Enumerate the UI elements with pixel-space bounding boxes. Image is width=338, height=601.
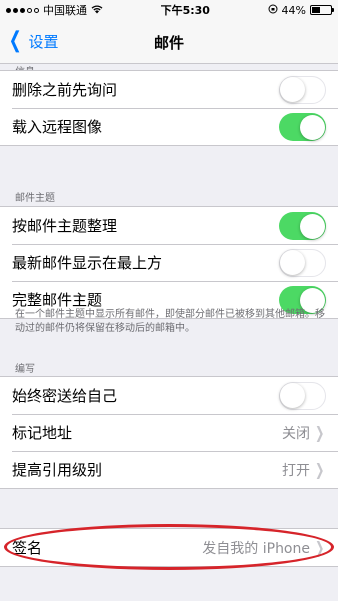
row-label: 提高引用级别 — [12, 461, 103, 479]
row-increase-quote-level[interactable]: 提高引用级别 打开 ❯ — [0, 451, 338, 488]
most-recent-on-top-toggle[interactable] — [279, 249, 326, 277]
carrier-label: 中国联通 — [43, 4, 87, 17]
row-label: 最新邮件显示在最上方 — [12, 254, 163, 272]
orientation-lock-icon — [268, 4, 278, 17]
threading-group: 按邮件主题整理 最新邮件显示在最上方 完整邮件主题 — [0, 206, 338, 319]
section-header-threads: 邮件主题 — [15, 193, 55, 204]
row-label: 完整邮件主题 — [12, 291, 103, 309]
messages-group: 删除之前先询问 载入远程图像 — [0, 70, 338, 146]
threads-footer-note: 在一个邮件主题中显示所有邮件，即使部分邮件已被移到其他邮箱。移动过的邮件仍将保留… — [15, 309, 325, 334]
navigation-bar: ❮ 设置 邮件 — [0, 20, 338, 64]
row-label: 标记地址 — [12, 424, 73, 442]
wifi-icon — [91, 4, 103, 17]
row-label: 始终密送给自己 — [12, 387, 118, 405]
highlight-annotation — [4, 524, 334, 570]
row-label: 载入远程图像 — [12, 118, 103, 136]
chevron-right-icon: ❯ — [314, 460, 324, 479]
ask-before-delete-toggle[interactable] — [279, 76, 326, 104]
clock: 下午5:30 — [160, 4, 210, 17]
row-label: 按邮件主题整理 — [12, 217, 118, 235]
row-load-remote-images: 载入远程图像 — [0, 108, 338, 145]
row-value: 打开 — [282, 462, 310, 479]
signal-strength-icon — [6, 7, 39, 13]
section-header-compose: 编写 — [15, 364, 35, 375]
battery-icon — [309, 5, 334, 15]
organize-by-thread-toggle[interactable] — [279, 212, 326, 240]
row-ask-before-delete: 删除之前先询问 — [0, 71, 338, 108]
battery-level — [311, 7, 320, 13]
status-bar: 中国联通 下午5:30 44% — [0, 0, 338, 20]
row-value: 关闭 — [282, 425, 310, 442]
chevron-right-icon: ❯ — [314, 423, 324, 442]
always-bcc-myself-toggle[interactable] — [279, 382, 326, 410]
compose-group: 始终密送给自己 标记地址 关闭 ❯ 提高引用级别 打开 ❯ — [0, 376, 338, 489]
load-remote-images-toggle[interactable] — [279, 113, 326, 141]
battery-percent: 44% — [281, 3, 306, 17]
row-always-bcc-myself: 始终密送给自己 — [0, 377, 338, 414]
row-mark-addresses[interactable]: 标记地址 关闭 ❯ — [0, 414, 338, 451]
row-most-recent-on-top: 最新邮件显示在最上方 — [0, 244, 338, 281]
row-label: 删除之前先询问 — [12, 81, 118, 99]
page-title: 邮件 — [153, 34, 184, 52]
row-organize-by-thread: 按邮件主题整理 — [0, 207, 338, 244]
